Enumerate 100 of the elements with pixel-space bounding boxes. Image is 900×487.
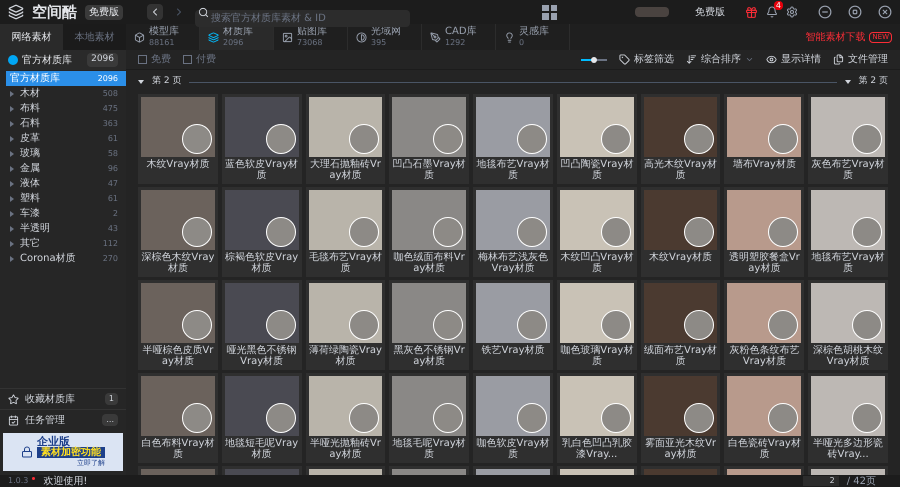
material-swatch bbox=[516, 217, 547, 247]
material-card[interactable]: 棕褐色软皮Vray材质 bbox=[222, 187, 302, 277]
banner-title: 企业版 bbox=[37, 436, 70, 446]
sidebar-item[interactable]: 半透明 43 bbox=[0, 221, 126, 236]
expand-arrow-icon[interactable] bbox=[10, 120, 14, 126]
minimize-icon[interactable] bbox=[818, 5, 832, 19]
source-tab[interactable]: 网络素材 bbox=[0, 24, 63, 50]
search-field[interactable]: 搜索官方材质库素材 & ID bbox=[195, 10, 410, 26]
material-swatch bbox=[349, 217, 380, 247]
sidebar-item[interactable]: 其它 112 bbox=[0, 236, 126, 251]
expand-arrow-icon[interactable] bbox=[10, 136, 14, 142]
material-card[interactable]: 白色瓷砖Vray材质 bbox=[724, 373, 804, 463]
library-tab[interactable]: 灵感库 0 bbox=[496, 24, 570, 50]
material-card[interactable]: 地毯布艺Vray材质 bbox=[473, 94, 553, 184]
material-card[interactable]: 墙布Vray材质 bbox=[724, 94, 804, 184]
material-card[interactable]: 白色布料Vray材质 bbox=[138, 373, 218, 463]
material-card[interactable]: 蓝色软皮Vray材质 bbox=[222, 94, 302, 184]
material-swatch bbox=[182, 310, 212, 340]
material-swatch bbox=[349, 403, 380, 433]
material-caption: 深棕色木纹Vray材质 bbox=[141, 252, 215, 274]
material-caption: 雾面亚光木纹Vray材质 bbox=[644, 438, 718, 460]
sidebar-item[interactable]: 木材 508 bbox=[0, 86, 126, 101]
material-card[interactable]: 木纹Vray材质 bbox=[138, 94, 218, 184]
expand-arrow-icon[interactable] bbox=[10, 180, 14, 186]
material-swatch bbox=[433, 217, 464, 247]
sidebar-item[interactable]: 皮革 61 bbox=[0, 131, 126, 146]
sidebar-link[interactable]: 收藏材质库 1 bbox=[0, 388, 126, 409]
material-card[interactable]: 地毯短毛呢Vray材质 bbox=[222, 373, 302, 463]
expand-arrow-icon[interactable] bbox=[10, 210, 14, 216]
sidebar-item[interactable]: Corona材质 270 bbox=[0, 251, 126, 266]
material-card[interactable]: 地毯毛呢Vray材质 bbox=[389, 373, 470, 463]
sidebar-link[interactable]: 任务管理 ... bbox=[0, 409, 126, 430]
expand-arrow-icon[interactable] bbox=[10, 240, 14, 246]
toolbar-button[interactable]: 综合排序 bbox=[686, 52, 754, 67]
sidebar-item[interactable]: 石料 363 bbox=[0, 116, 126, 131]
material-caption: 木纹凹凸Vray材质 bbox=[560, 252, 634, 274]
grid-icon[interactable] bbox=[542, 4, 557, 20]
expand-arrow-icon[interactable] bbox=[10, 166, 14, 172]
material-card[interactable]: 地毯布艺Vray材质 bbox=[808, 187, 888, 277]
sidebar-item[interactable]: 车漆 2 bbox=[0, 206, 126, 221]
sidebar-item[interactable]: 玻璃 58 bbox=[0, 146, 126, 161]
source-tab[interactable]: 本地素材 bbox=[63, 24, 126, 50]
material-card[interactable]: 咖色软皮Vray材质 bbox=[473, 373, 553, 463]
material-card[interactable]: 大理石抛釉砖Vray材质 bbox=[306, 94, 386, 184]
material-swatch bbox=[768, 217, 798, 247]
material-card[interactable]: 黑灰色不锈钢Vray材质 bbox=[389, 280, 470, 370]
material-caption: 凹凸陶瓷Vray材质 bbox=[560, 159, 634, 181]
material-card[interactable]: 半哑棕色皮质Vray材质 bbox=[138, 280, 218, 370]
toolbar-button[interactable]: 标签筛选 bbox=[619, 52, 674, 67]
edition-label[interactable]: 免费版 bbox=[695, 4, 725, 20]
expand-arrow-icon[interactable] bbox=[10, 226, 14, 232]
material-card[interactable]: 深棕色木纹Vray材质 bbox=[138, 187, 218, 277]
cube-icon bbox=[134, 32, 145, 42]
expand-arrow-icon[interactable] bbox=[10, 150, 14, 156]
material-card[interactable]: 灰色布艺Vray材质 bbox=[808, 94, 888, 184]
maximize-icon[interactable] bbox=[848, 5, 862, 19]
material-card[interactable]: 哑光黑色不锈钢Vray材质 bbox=[222, 280, 302, 370]
material-swatch bbox=[266, 403, 296, 433]
expand-arrow-icon[interactable] bbox=[10, 90, 14, 96]
settings-icon[interactable] bbox=[786, 6, 798, 18]
material-card[interactable]: 木纹Vray材质 bbox=[640, 187, 720, 277]
material-card[interactable]: 半哑光抛釉砖Vray材质 bbox=[306, 373, 386, 463]
material-card[interactable]: 毛毯布艺Vray材质 bbox=[306, 187, 386, 277]
material-card[interactable]: 凹凸石墨Vray材质 bbox=[389, 94, 470, 184]
slider-thumb[interactable] bbox=[591, 56, 597, 62]
material-swatch bbox=[852, 403, 882, 433]
material-card[interactable]: 半哑光多边形瓷砖Vray... bbox=[808, 373, 888, 463]
sidebar-item[interactable]: 液体 47 bbox=[0, 176, 126, 191]
expand-arrow-icon[interactable] bbox=[10, 196, 14, 202]
expand-arrow-icon[interactable] bbox=[10, 256, 14, 262]
material-card[interactable]: 薄荷绿陶瓷Vray材质 bbox=[306, 280, 386, 370]
gift-icon[interactable] bbox=[745, 6, 758, 18]
close-icon[interactable] bbox=[878, 5, 892, 19]
material-swatch bbox=[182, 217, 212, 247]
toolbar-button[interactable]: 文件管理 bbox=[833, 52, 888, 67]
material-card[interactable]: 咖色绒面布料Vray材质 bbox=[389, 187, 470, 277]
library-tab[interactable]: CAD库 1292 bbox=[422, 24, 496, 50]
material-caption: 半哑光多边形瓷砖Vray... bbox=[812, 438, 884, 460]
material-card[interactable]: 深棕色胡桃木纹Vray材质 bbox=[808, 280, 888, 370]
material-card[interactable]: 梅林布艺浅灰色Vray材质 bbox=[473, 187, 553, 277]
material-swatch bbox=[433, 403, 464, 433]
back-button[interactable] bbox=[147, 4, 163, 20]
material-card[interactable]: 绒面布艺Vray材质 bbox=[640, 280, 720, 370]
sidebar-item[interactable]: 金属 96 bbox=[0, 161, 126, 176]
sidebar-item[interactable]: 塑料 61 bbox=[0, 191, 126, 206]
page-input[interactable]: 2 bbox=[802, 476, 839, 486]
material-card[interactable]: 雾面亚光木纹Vray材质 bbox=[640, 373, 720, 463]
material-card[interactable]: 木纹凹凸Vray材质 bbox=[556, 187, 637, 277]
smart-download-link[interactable]: 智能素材下载 bbox=[805, 30, 866, 44]
avatar-placeholder[interactable] bbox=[635, 7, 669, 17]
toolbar-button[interactable]: 显示详情 bbox=[766, 52, 821, 67]
material-card[interactable]: 凹凸陶瓷Vray材质 bbox=[556, 94, 637, 184]
material-card[interactable]: 灰粉色条纹布艺Vray材质 bbox=[724, 280, 804, 370]
sidebar-item[interactable]: 布料 475 bbox=[0, 101, 126, 116]
material-caption: 地毯短毛呢Vray材质 bbox=[224, 438, 299, 460]
expand-arrow-icon[interactable] bbox=[10, 106, 14, 112]
bell-icon[interactable] bbox=[766, 6, 778, 18]
material-card[interactable]: 铁艺Vray材质 bbox=[473, 280, 553, 370]
material-caption: 白色布料Vray材质 bbox=[141, 438, 215, 460]
caret-icon bbox=[844, 80, 851, 84]
